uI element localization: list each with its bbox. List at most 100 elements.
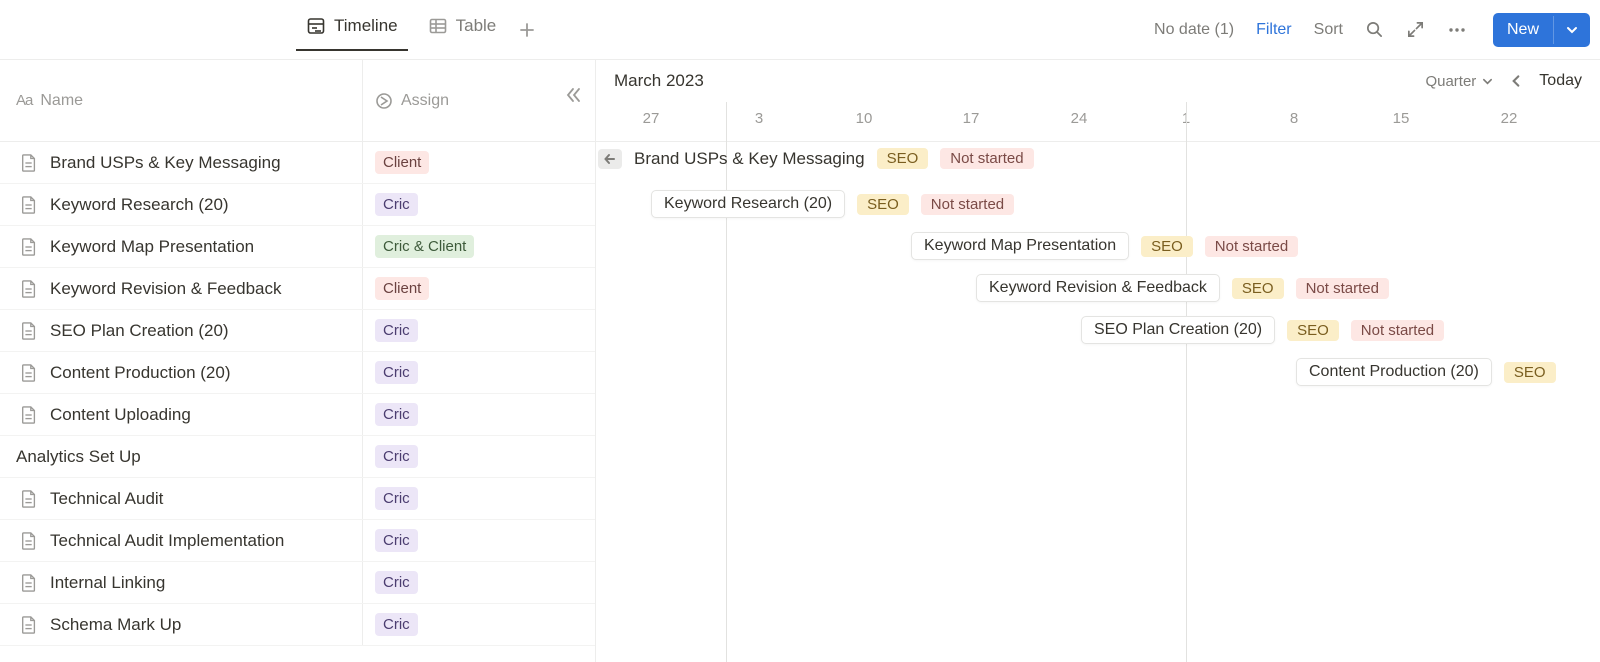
- bar-title-pill[interactable]: Keyword Revision & Feedback: [976, 274, 1220, 302]
- row-title: Analytics Set Up: [16, 447, 141, 467]
- today-button[interactable]: Today: [1539, 72, 1582, 90]
- table-row[interactable]: Analytics Set Up Cric: [0, 436, 595, 478]
- date-tick: 27: [643, 110, 660, 127]
- page-icon: [20, 279, 38, 299]
- bar-badge-seo: SEO: [857, 194, 909, 215]
- timeline-top: March 2023 Quarter Today: [596, 60, 1600, 102]
- expand-icon[interactable]: [1406, 20, 1425, 39]
- new-button[interactable]: New: [1493, 13, 1590, 47]
- cell-name[interactable]: Technical Audit: [0, 489, 362, 509]
- row-title: Brand USPs & Key Messaging: [50, 153, 281, 173]
- bar-title-pill[interactable]: Keyword Map Presentation: [911, 232, 1129, 260]
- bar-title-pill[interactable]: SEO Plan Creation (20): [1081, 316, 1275, 344]
- assign-tag: Cric & Client: [375, 235, 474, 259]
- row-title: Content Uploading: [50, 405, 191, 425]
- bar-title-pill[interactable]: Content Production (20): [1296, 358, 1492, 386]
- bar-title: Keyword Research (20): [664, 195, 832, 213]
- date-tick: 15: [1393, 110, 1410, 127]
- cell-name[interactable]: Content Uploading: [0, 405, 362, 425]
- bar-badge-seo: SEO: [1287, 320, 1339, 341]
- toolbar-right: No date (1) Filter Sort New: [1154, 13, 1590, 47]
- timeline-area[interactable]: Brand USPs & Key MessagingSEONot started…: [596, 142, 1600, 662]
- more-icon[interactable]: [1447, 20, 1467, 40]
- cell-assign[interactable]: Cric & Client: [362, 226, 595, 267]
- table-row[interactable]: SEO Plan Creation (20)Cric: [0, 310, 595, 352]
- filter-button[interactable]: Filter: [1256, 21, 1292, 39]
- cell-assign[interactable]: Cric: [362, 394, 595, 435]
- page-icon: [20, 405, 38, 425]
- cell-assign[interactable]: Cric: [362, 184, 595, 225]
- table-row[interactable]: Technical Audit ImplementationCric: [0, 520, 595, 562]
- tab-table[interactable]: Table: [422, 10, 503, 50]
- cell-name[interactable]: Keyword Research (20): [0, 195, 362, 215]
- timeline-bar[interactable]: Brand USPs & Key MessagingSEONot started: [598, 148, 1034, 169]
- table-row[interactable]: Brand USPs & Key Messaging Client: [0, 142, 595, 184]
- cell-assign[interactable]: Cric: [362, 310, 595, 351]
- tab-timeline-label: Timeline: [334, 16, 398, 36]
- cell-assign[interactable]: Cric: [362, 436, 595, 477]
- table-row[interactable]: Content Production (20)Cric: [0, 352, 595, 394]
- table-row[interactable]: Content Uploading Cric: [0, 394, 595, 436]
- cell-name[interactable]: Technical Audit Implementation: [0, 531, 362, 551]
- cell-name[interactable]: Brand USPs & Key Messaging: [0, 153, 362, 173]
- bar-title-pill[interactable]: Keyword Research (20): [651, 190, 845, 218]
- bar-badge-seo: SEO: [1232, 278, 1284, 299]
- sort-button[interactable]: Sort: [1314, 21, 1343, 39]
- column-header-name[interactable]: Aa Name: [0, 92, 362, 110]
- chevron-left-icon: [1509, 74, 1523, 88]
- timeline-bar[interactable]: Content Production (20)SEO: [1296, 358, 1556, 386]
- timeline-bar[interactable]: Keyword Map PresentationSEONot started: [911, 232, 1298, 260]
- cell-assign[interactable]: Cric: [362, 604, 595, 645]
- table-row[interactable]: Keyword Research (20) Cric: [0, 184, 595, 226]
- timeline-bar[interactable]: SEO Plan Creation (20) SEO Not started: [1081, 316, 1444, 344]
- cell-name[interactable]: Content Production (20): [0, 363, 362, 383]
- table-row[interactable]: Internal LinkingCric: [0, 562, 595, 604]
- prev-button[interactable]: [1509, 74, 1523, 88]
- cell-assign[interactable]: Cric: [362, 352, 595, 393]
- grid-line: [1186, 102, 1187, 662]
- cell-assign[interactable]: Client: [362, 142, 595, 183]
- cell-assign[interactable]: Cric: [362, 478, 595, 519]
- row-title: Keyword Revision & Feedback: [50, 279, 282, 299]
- bar-scroll-left-icon[interactable]: [598, 149, 622, 169]
- cell-name[interactable]: Keyword Map Presentation: [0, 237, 362, 257]
- column-header-assign[interactable]: Assign: [362, 60, 595, 141]
- cell-name[interactable]: Analytics Set Up: [0, 447, 362, 467]
- page-icon: [20, 237, 38, 257]
- cell-name[interactable]: SEO Plan Creation (20): [0, 321, 362, 341]
- scale-button-label: Quarter: [1425, 73, 1476, 90]
- assign-tag: Cric: [375, 487, 418, 511]
- add-view-button[interactable]: [508, 21, 546, 39]
- cell-name[interactable]: Keyword Revision & Feedback: [0, 279, 362, 299]
- text-property-icon: Aa: [16, 92, 32, 109]
- timeline-bar[interactable]: Keyword Research (20) SEO Not started: [651, 190, 1014, 218]
- cell-name[interactable]: Internal Linking: [0, 573, 362, 593]
- row-title: Keyword Map Presentation: [50, 237, 254, 257]
- page-icon: [20, 615, 38, 635]
- collapse-sidebar-button[interactable]: [565, 86, 583, 104]
- assign-tag: Cric: [375, 613, 418, 637]
- tab-timeline[interactable]: Timeline: [300, 10, 404, 50]
- cell-assign[interactable]: Cric: [362, 520, 595, 561]
- table-row[interactable]: Keyword Map Presentation Cric & Client: [0, 226, 595, 268]
- rows: Brand USPs & Key MessagingClientKeyword …: [0, 142, 595, 646]
- cell-assign[interactable]: Cric: [362, 562, 595, 603]
- no-date-button[interactable]: No date (1): [1154, 21, 1234, 39]
- timeline-bar[interactable]: Keyword Revision & FeedbackSEONot starte…: [976, 274, 1389, 302]
- search-icon[interactable]: [1365, 20, 1384, 39]
- cell-name[interactable]: Schema Mark Up: [0, 615, 362, 635]
- select-property-icon: [375, 92, 393, 110]
- table-row[interactable]: Technical Audit Cric: [0, 478, 595, 520]
- tab-table-label: Table: [456, 16, 497, 36]
- bar-badge-status: Not started: [1351, 320, 1444, 341]
- scale-button[interactable]: Quarter: [1425, 73, 1493, 90]
- bar-title: Keyword Map Presentation: [924, 237, 1116, 255]
- new-button-chevron[interactable]: [1553, 16, 1590, 44]
- bar-title: Content Production (20): [1309, 363, 1479, 381]
- cell-assign[interactable]: Client: [362, 268, 595, 309]
- row-title: Keyword Research (20): [50, 195, 229, 215]
- table-row[interactable]: Keyword Revision & Feedback Client: [0, 268, 595, 310]
- bar-badge-seo: SEO: [1141, 236, 1193, 257]
- table-row[interactable]: Schema Mark Up Cric: [0, 604, 595, 646]
- bar-badge-status: Not started: [921, 194, 1014, 215]
